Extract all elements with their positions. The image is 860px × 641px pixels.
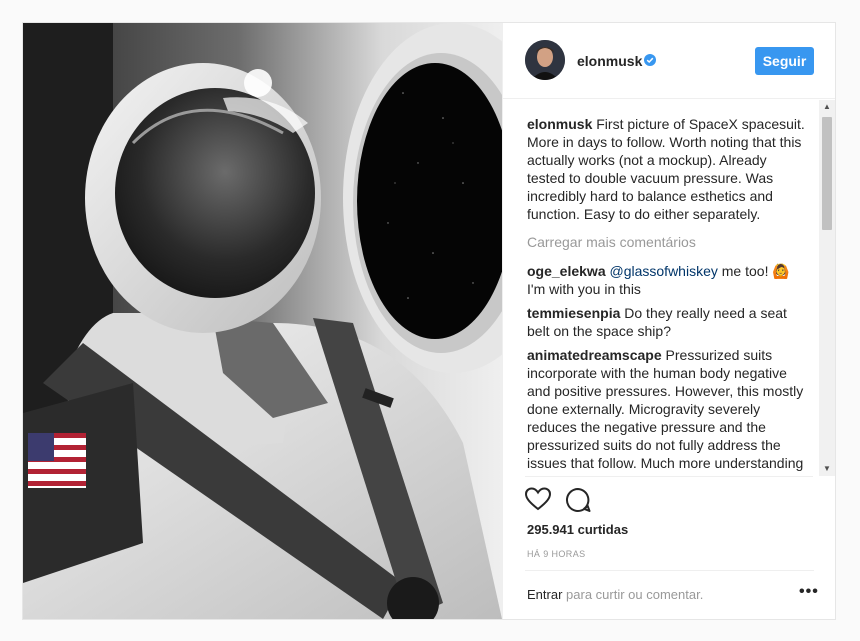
post-photo[interactable] <box>23 23 502 619</box>
comment-item: oge_elekwa @glassofwhiskey me too! 🙆 I'm… <box>527 262 807 298</box>
scroll-down-icon[interactable]: ▼ <box>823 464 831 474</box>
login-divider <box>525 570 814 571</box>
flag-patch <box>28 433 86 488</box>
spacesuit-photo <box>23 23 502 619</box>
comment-item: animatedreamscape Pressurized suits inco… <box>527 346 807 476</box>
comment-icon[interactable] <box>565 487 591 513</box>
post-username[interactable]: elonmusk <box>577 53 642 69</box>
comment-username[interactable]: temmiesenpia <box>527 305 620 321</box>
follow-button[interactable]: Seguir <box>755 47 814 75</box>
scroll-up-icon[interactable]: ▲ <box>823 102 831 112</box>
verified-badge-icon <box>644 54 656 66</box>
login-prompt-text: para curtir ou comentar. <box>566 587 704 602</box>
instagram-post: elonmusk Seguir elonmusk First picture o… <box>22 22 836 620</box>
post-actions: 295.941 curtidas HÁ 9 HORAS Entrar para … <box>503 476 835 614</box>
avatar[interactable] <box>525 40 565 80</box>
scrollbar-thumb[interactable] <box>822 117 832 230</box>
comment-text: Pressurized suits incorporate with the h… <box>527 347 804 476</box>
caption-username[interactable]: elonmusk <box>527 116 592 132</box>
load-more-comments[interactable]: Carregar mais comentários <box>527 233 807 251</box>
comment-item: temmiesenpia Do they really need a seat … <box>527 304 807 340</box>
post-header: elonmusk Seguir <box>503 23 835 99</box>
comment-list: elonmusk First picture of SpaceX spacesu… <box>527 115 807 476</box>
avatar-image <box>525 40 565 80</box>
post-timestamp: HÁ 9 HORAS <box>527 549 586 559</box>
post-sidebar: elonmusk Seguir elonmusk First picture o… <box>502 23 835 619</box>
comment-username[interactable]: animatedreamscape <box>527 347 662 363</box>
more-options-icon[interactable]: ••• <box>799 583 819 601</box>
comment-username[interactable]: oge_elekwa <box>527 263 606 279</box>
like-count[interactable]: 295.941 curtidas <box>527 522 628 537</box>
comments-scrollbar[interactable]: ▲ ▼ <box>819 100 835 476</box>
comment-mention[interactable]: @glassofwhiskey <box>610 263 718 279</box>
heart-icon[interactable] <box>525 487 551 511</box>
caption: elonmusk First picture of SpaceX spacesu… <box>527 115 807 223</box>
login-link[interactable]: Entrar <box>527 587 562 602</box>
comments-section[interactable]: elonmusk First picture of SpaceX spacesu… <box>503 100 835 476</box>
login-prompt: Entrar para curtir ou comentar. <box>527 587 703 602</box>
actions-divider <box>525 476 813 477</box>
